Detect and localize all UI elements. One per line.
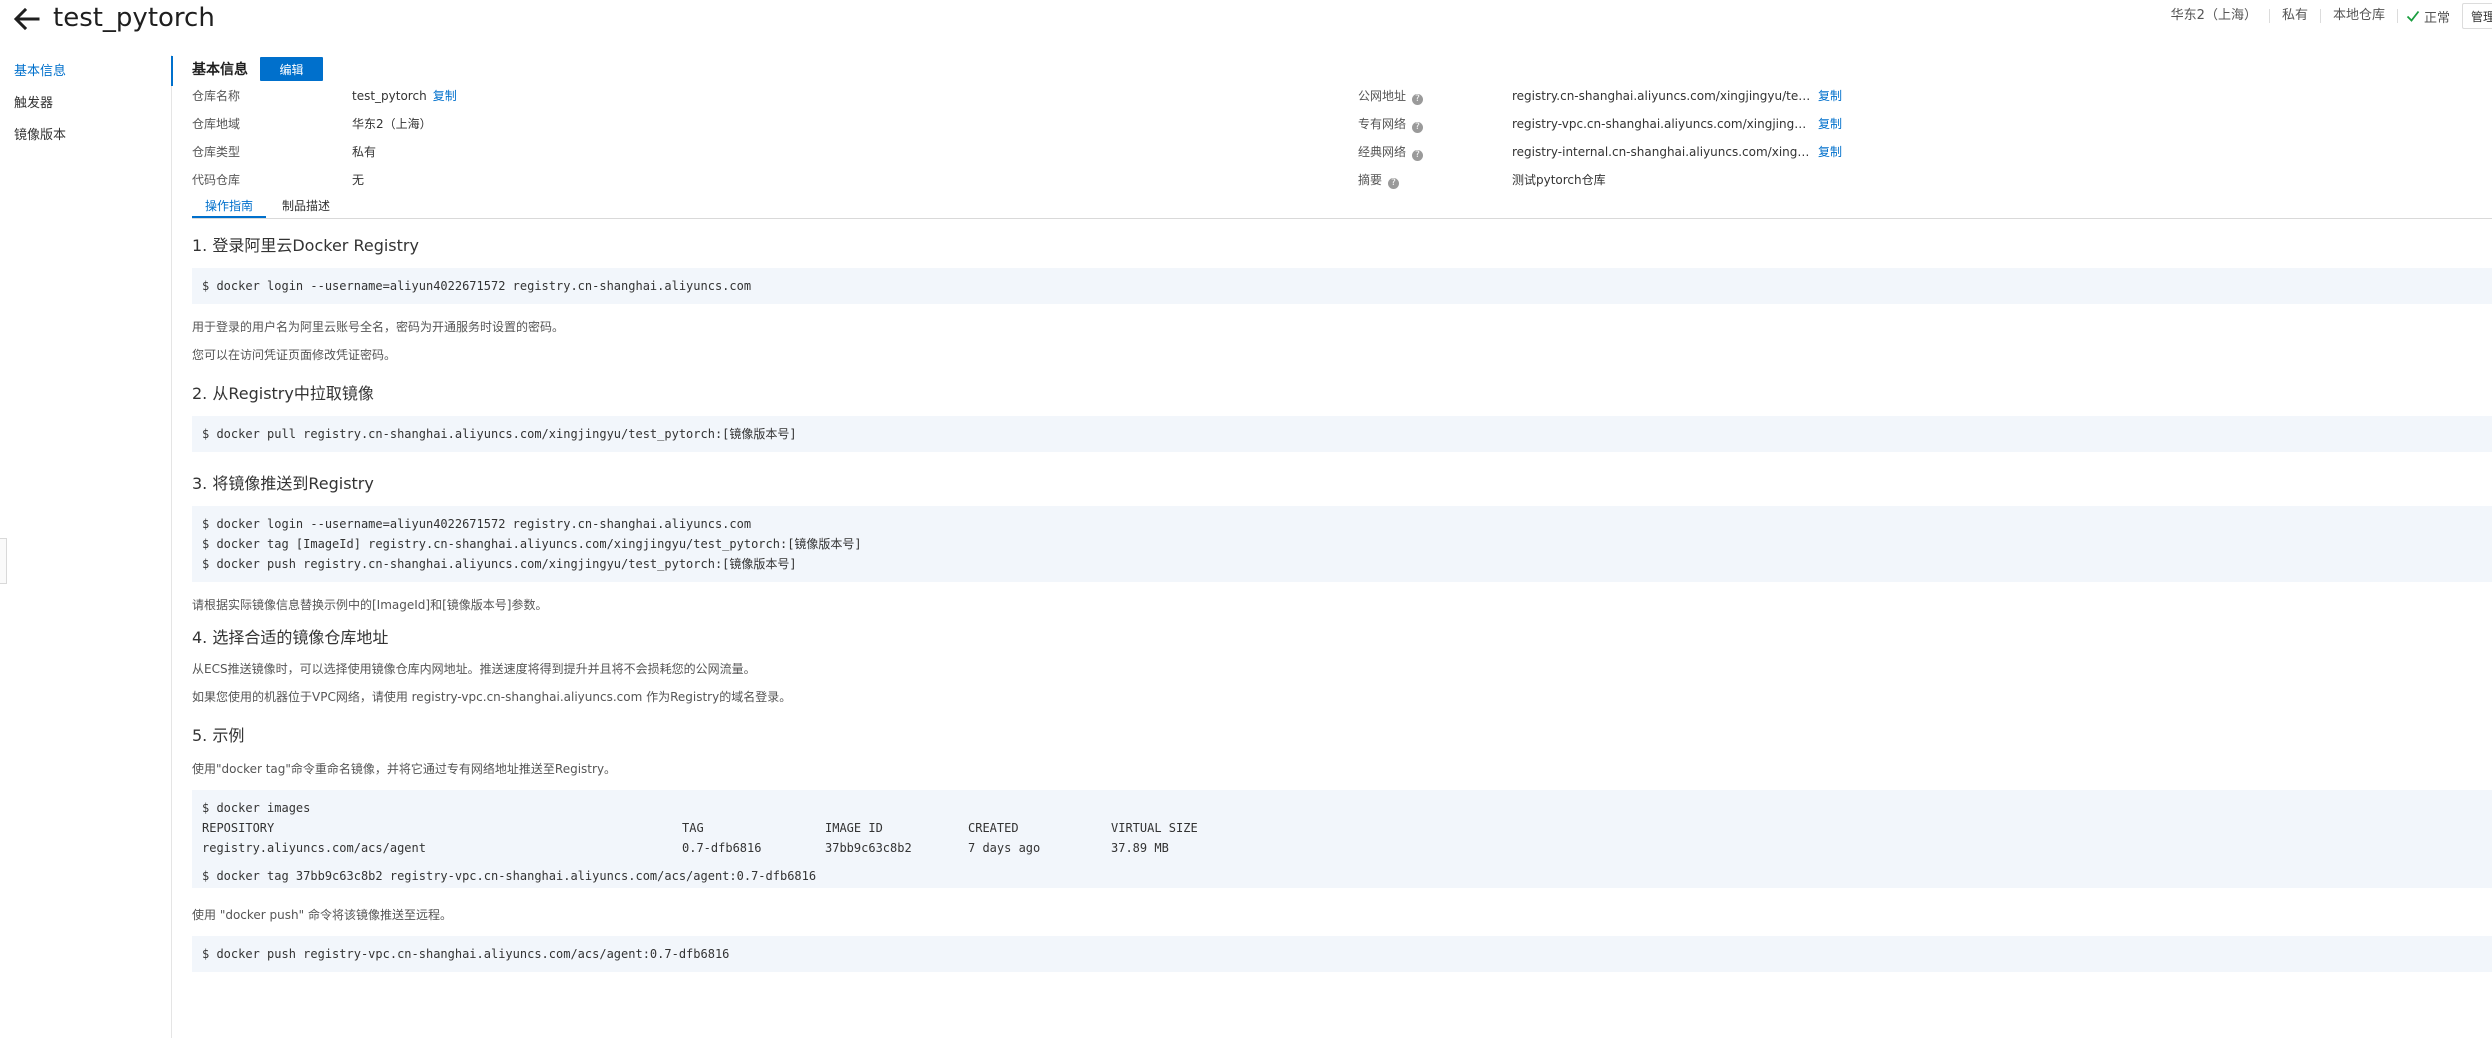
tab-operation-guide[interactable]: 操作指南 [192, 196, 267, 218]
sidebar-item-image-versions[interactable]: 镜像版本 [0, 120, 171, 152]
code-line: $ docker push registry.cn-shanghai.aliyu… [202, 557, 797, 571]
copy-public-address-link[interactable]: 复制 [1818, 89, 1842, 103]
help-icon[interactable]: ? [1412, 150, 1424, 161]
cell-created: 7 days ago [968, 841, 1041, 855]
info-label: 专有网络? [1358, 114, 1424, 134]
copy-vpc-address-link[interactable]: 复制 [1818, 117, 1842, 131]
code-block: $ docker login --username=aliyun40226715… [192, 506, 2492, 582]
cell-image-id: 37bb9c63c8b2 [825, 841, 912, 855]
label-text: 经典网络 [1358, 145, 1407, 159]
meta-region: 华东2（上海） [2159, 9, 2270, 23]
cell-tag: 0.7-dfb6816 [682, 841, 762, 855]
label-text: 摘要 [1358, 173, 1383, 187]
edit-button[interactable]: 编辑 [260, 57, 323, 81]
tab-bar: 操作指南 制品描述 [192, 196, 2492, 219]
sidebar-divider [171, 55, 172, 1038]
info-label: 经典网络? [1358, 142, 1424, 162]
help-icon[interactable]: ? [1412, 122, 1424, 133]
cell-repository: registry.aliyuncs.com/acs/agent [202, 841, 426, 855]
info-value: test_pytorch 复制 [352, 86, 457, 106]
sidebar: 基本信息 触发器 镜像版本 [0, 56, 171, 152]
status-text: 正常 [2423, 10, 2450, 26]
operation-guide: 1. 登录阿里云Docker Registry $ docker login -… [192, 219, 2492, 1019]
code-block: $ docker images REPOSITORY TAG IMAGE ID … [192, 790, 2492, 888]
info-label: 仓库地域 [192, 117, 241, 131]
step-title: 3. 将镜像推送到Registry [192, 474, 374, 493]
col-created: CREATED [968, 821, 1019, 835]
info-value: 无 [352, 173, 365, 187]
basic-info-header: 基本信息 编辑 [192, 56, 2492, 82]
code-line: $ docker push registry-vpc.cn-shanghai.a… [202, 947, 730, 961]
section-title: 基本信息 [192, 62, 248, 78]
paragraph: 使用 "docker push" 命令将该镜像推送至远程。 [192, 908, 452, 922]
repo-name-value: test_pytorch [352, 89, 427, 103]
copy-classic-address-link[interactable]: 复制 [1818, 145, 1842, 159]
code-line: $ docker login --username=aliyun40226715… [202, 279, 752, 293]
step-title: 4. 选择合适的镜像仓库地址 [192, 628, 389, 647]
collapse-handle[interactable] [0, 538, 7, 584]
sidebar-item-basic-info[interactable]: 基本信息 [0, 56, 171, 88]
page-header: test_pytorch 华东2（上海） 私有 本地仓库 正常 管理 [0, 0, 2492, 38]
back-arrow-icon[interactable] [12, 6, 40, 32]
manage-button[interactable]: 管理 [2462, 3, 2492, 29]
public-address-value: registry.cn-shanghai.aliyuncs.com/xingji… [1512, 89, 1812, 103]
code-block: $ docker push registry-vpc.cn-shanghai.a… [192, 936, 2492, 972]
info-label: 摘要? [1358, 170, 1400, 190]
step-title: 5. 示例 [192, 726, 245, 745]
copy-repo-name-link[interactable]: 复制 [433, 89, 457, 103]
paragraph: 使用"docker tag"命令重命名镜像，并将它通过专有网络地址推送至Regi… [192, 762, 617, 776]
code-line: $ docker tag 37bb9c63c8b2 registry-vpc.c… [202, 869, 817, 883]
col-virtual-size: VIRTUAL SIZE [1111, 821, 1198, 835]
code-block: $ docker login --username=aliyun40226715… [192, 268, 2492, 304]
info-label: 代码仓库 [192, 173, 241, 187]
cell-virtual-size: 37.89 MB [1111, 841, 1169, 855]
col-tag: TAG [682, 821, 704, 835]
repo-meta: 华东2（上海） 私有 本地仓库 正常 管理 [2159, 0, 2492, 32]
table-header-row: REPOSITORY TAG IMAGE ID CREATED VIRTUAL … [202, 818, 2482, 838]
paragraph: 请根据实际镜像信息替换示例中的[ImageId]和[镜像版本号]参数。 [192, 598, 548, 612]
meta-type: 私有 [2270, 9, 2321, 23]
manage-button-label: 管理 [2471, 9, 2492, 24]
status-badge: 正常 [2398, 7, 2462, 26]
paragraph: 从ECS推送镜像时，可以选择使用镜像仓库内网地址。推送速度将得到提升并且将不会损… [192, 662, 756, 676]
info-value: registry.cn-shanghai.aliyuncs.com/xingji… [1512, 86, 1842, 106]
classic-address-value: registry-internal.cn-shanghai.aliyuncs.c… [1512, 145, 1812, 159]
info-label: 仓库类型 [192, 145, 241, 159]
help-icon[interactable]: ? [1388, 178, 1400, 189]
sidebar-active-indicator [171, 56, 173, 86]
paragraph: 如果您使用的机器位于VPC网络，请使用 registry-vpc.cn-shan… [192, 690, 792, 704]
code-line: $ docker login --username=aliyun40226715… [202, 517, 752, 531]
step-title: 1. 登录阿里云Docker Registry [192, 236, 419, 255]
code-line: $ docker tag [ImageId] registry.cn-shang… [202, 537, 862, 551]
sidebar-item-triggers[interactable]: 触发器 [0, 88, 171, 120]
tab-artifact-description[interactable]: 制品描述 [269, 196, 343, 218]
label-text: 公网地址 [1358, 89, 1407, 103]
label-text: 专有网络 [1358, 117, 1407, 131]
main-content: 基本信息 编辑 仓库名称 test_pytorch 复制 仓库地域 华东2（上海）… [192, 56, 2492, 1019]
info-label: 公网地址? [1358, 86, 1424, 106]
paragraph: 您可以在访问凭证页面修改凭证密码。 [192, 348, 397, 362]
check-icon [2406, 10, 2420, 22]
meta-source: 本地仓库 [2321, 9, 2398, 23]
info-value: 华东2（上海） [352, 117, 432, 131]
info-value: registry-internal.cn-shanghai.aliyuncs.c… [1512, 142, 1842, 162]
step-title: 2. 从Registry中拉取镜像 [192, 384, 374, 403]
info-value: registry-vpc.cn-shanghai.aliyuncs.com/xi… [1512, 114, 1842, 134]
page-title: test_pytorch [53, 3, 215, 33]
col-image-id: IMAGE ID [825, 821, 883, 835]
table-row: registry.aliyuncs.com/acs/agent 0.7-dfb6… [202, 838, 2482, 858]
info-value: 测试pytorch仓库 [1512, 173, 1606, 187]
info-label: 仓库名称 [192, 89, 241, 103]
basic-info-grid: 仓库名称 test_pytorch 复制 仓库地域 华东2（上海） 仓库类型 私有… [192, 84, 2492, 196]
code-line: $ docker images [202, 801, 311, 815]
col-repository: REPOSITORY [202, 821, 275, 835]
vpc-address-value: registry-vpc.cn-shanghai.aliyuncs.com/xi… [1512, 117, 1812, 131]
paragraph: 用于登录的用户名为阿里云账号全名，密码为开通服务时设置的密码。 [192, 320, 565, 334]
code-block: $ docker pull registry.cn-shanghai.aliyu… [192, 416, 2492, 452]
info-value: 私有 [352, 145, 377, 159]
help-icon[interactable]: ? [1412, 94, 1424, 105]
code-line: $ docker pull registry.cn-shanghai.aliyu… [202, 427, 797, 441]
